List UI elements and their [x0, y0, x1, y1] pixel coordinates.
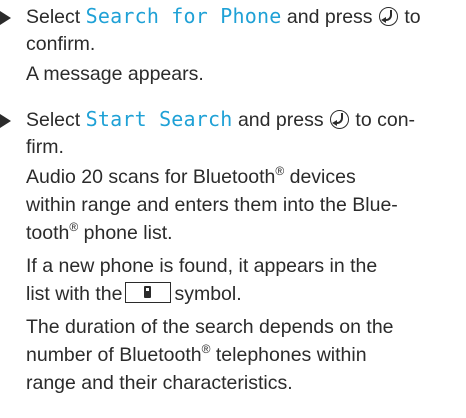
bullet-arrow-icon: [0, 114, 11, 128]
para-text: within range and enters them into the Bl…: [26, 194, 398, 216]
step-text: Select: [26, 6, 86, 28]
paragraph-duration: The duration of the search depends on th…: [26, 314, 394, 342]
step-text: to con-: [350, 109, 416, 131]
para-text: phone list.: [78, 222, 173, 244]
paragraph-duration-line: number of Bluetooth® telephones within: [26, 342, 367, 370]
step-line: firm.: [26, 134, 64, 162]
paragraph-scan-line: within range and enters them into the Bl…: [26, 192, 398, 220]
paragraph-scan: Audio 20 scans for Bluetooth® devices: [26, 164, 356, 192]
phone-symbol-icon: [125, 282, 172, 303]
para-text: number of Bluetooth: [26, 344, 202, 366]
instruction-page: Select Search for Phone and press to con…: [0, 0, 466, 418]
step-result: A message appears.: [26, 61, 204, 89]
step-text: Select: [26, 109, 86, 131]
step-text: confirm.: [26, 33, 96, 55]
result-text: A message appears.: [26, 63, 204, 85]
para-text: tooth: [26, 222, 70, 244]
step-line: Select Search for Phone and press to: [26, 3, 421, 32]
para-text: list with the: [26, 283, 123, 305]
paragraph-new-phone-line: list with the symbol.: [26, 281, 242, 309]
menu-item-label: Start Search: [85, 107, 233, 131]
step-line: confirm.: [26, 31, 95, 59]
para-text: Audio 20 scans for Bluetooth: [26, 166, 276, 188]
menu-item-label: Search for Phone: [85, 4, 282, 28]
controller-press-icon: [330, 110, 350, 129]
registered-mark: ®: [275, 164, 285, 178]
para-text: The duration of the search depends on th…: [26, 316, 394, 338]
para-text: devices: [284, 166, 356, 188]
paragraph-scan-line: tooth® phone list.: [26, 220, 173, 248]
para-text: telephones within: [210, 344, 367, 366]
bullet-arrow-icon: [0, 11, 11, 25]
step-text: firm.: [26, 136, 64, 158]
step-text: and press: [232, 109, 330, 131]
step-text: to: [398, 6, 421, 28]
para-text: symbol.: [174, 283, 242, 305]
para-text: range and their characteristics.: [26, 372, 293, 394]
para-text: If a new phone is found, it appears in t…: [26, 255, 378, 277]
step-text: and press: [281, 6, 378, 28]
controller-press-icon: [378, 7, 398, 26]
paragraph-duration-line: range and their characteristics.: [26, 370, 293, 398]
paragraph-new-phone: If a new phone is found, it appears in t…: [26, 253, 377, 281]
step-line: Select Start Search and press to con-: [26, 106, 415, 135]
registered-mark: ®: [69, 220, 79, 234]
